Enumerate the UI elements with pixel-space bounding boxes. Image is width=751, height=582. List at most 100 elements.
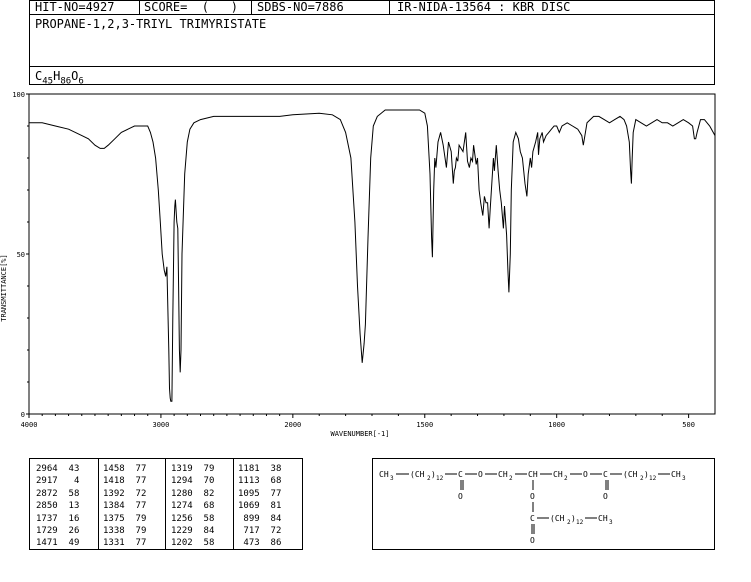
peak-row: 1375 79 [103,513,146,525]
peak-wavenumber: 1471 [36,538,58,549]
peak-row: 1294 70 [171,475,214,487]
peak-wavenumber: 1095 [238,488,260,499]
peak-transmittance: 43 [57,464,80,474]
peak-row: 1202 58 [171,537,214,549]
atom-ch3: CH [598,514,608,523]
peak-wavenumber: 2964 [36,464,58,474]
atom-o: O [478,470,483,479]
peak-transmittance: 70 [192,476,215,487]
peak-row: 1392 72 [103,488,146,500]
subscript: 2 [564,475,568,482]
peak-row: 717 72 [238,525,281,537]
peak-transmittance: 77 [124,464,147,474]
peak-wavenumber: 1338 [103,525,125,536]
peak-transmittance: 81 [259,501,282,512]
y-tick-label: 50 [17,251,25,259]
peak-wavenumber: 1229 [171,525,193,536]
peak-transmittance: 84 [192,525,215,536]
molecular-formula: C45H86O6 [35,69,84,87]
peak-row: 2917 4 [36,475,79,487]
peak-transmittance: 13 [57,501,80,512]
peak-wavenumber: 1418 [103,476,125,487]
peak-transmittance: 79 [124,525,147,536]
peak-row: 1384 77 [103,500,146,512]
peak-row: 2872 58 [36,488,79,500]
peak-row: 1331 77 [103,537,146,549]
x-axis-label: WAVENUMBER[-1] [330,430,389,438]
peak-transmittance: 79 [192,464,215,474]
peak-transmittance: 86 [259,538,282,549]
atom-ch: CH [528,470,538,479]
peak-row: 1280 82 [171,488,214,500]
atom-c: C [603,470,608,479]
peak-row: 1181 38 [238,463,281,475]
header-separator [251,0,252,14]
y-axis: 100 50 0 [12,91,29,419]
peak-wavenumber: 2872 [36,488,58,499]
table-column-separator [98,459,99,549]
peak-row: 1319 79 [171,463,214,475]
peak-row: 2850 13 [36,500,79,512]
peak-transmittance: 82 [192,488,215,499]
x-tick-label: 1500 [416,421,433,429]
atom-c: C [458,470,463,479]
peak-transmittance: 16 [57,513,80,524]
peak-transmittance: 49 [57,538,80,549]
peak-transmittance: 68 [192,501,215,512]
peak-row: 1256 58 [171,513,214,525]
x-tick-label: 4000 [21,421,38,429]
peak-wavenumber: 1458 [103,464,125,474]
spectrum-line [29,109,716,402]
peak-transmittance: 68 [259,476,282,487]
peak-transmittance: 72 [124,488,147,499]
peak-row: 1737 16 [36,513,79,525]
peak-row: 1113 68 [238,475,281,487]
atom-o: O [530,492,535,501]
x-tick-label: 500 [682,421,695,429]
peak-wavenumber: 1331 [103,538,125,549]
peak-table: 2964 43 2917 4 2872 58 2850 13 1737 16 1729 2… [29,458,303,550]
subscript: 12 [649,475,657,482]
header-separator [389,0,390,14]
peak-wavenumber: 1294 [171,476,193,487]
chemical-structure: CH 3 (CH 2 ) 12 C O O CH 2 CH CH 2 O C O… [379,470,686,545]
peak-row: 1095 77 [238,488,281,500]
header-separator [139,0,140,14]
peak-row: 473 86 [238,537,281,549]
subscript: 12 [436,475,444,482]
peak-transmittance: 77 [124,476,147,487]
peak-wavenumber: 1737 [36,513,58,524]
peak-transmittance: 58 [192,538,215,549]
peak-column: 1319 79 1294 70 1280 82 1274 68 1256 58 1229 … [171,463,214,550]
peak-wavenumber: 1319 [171,464,193,474]
peak-wavenumber: 1375 [103,513,125,524]
peak-wavenumber: 1384 [103,501,125,512]
peak-transmittance: 79 [124,513,147,524]
atom-o: O [530,536,535,545]
peak-transmittance: 58 [57,488,80,499]
structure-box: CH 3 (CH 2 ) 12 C O O CH 2 CH CH 2 O C O… [372,458,715,550]
peak-wavenumber: 1181 [238,464,260,474]
atom-ch2: CH [498,470,508,479]
peak-row: 899 84 [238,513,281,525]
peak-column: 1458 77 1418 77 1392 72 1384 77 1375 79 1338 … [103,463,146,550]
peak-row: 1274 68 [171,500,214,512]
hit-number: HIT-NO=4927 [35,0,115,14]
peak-transmittance: 84 [259,513,282,524]
peak-wavenumber: 1113 [238,476,260,487]
table-column-separator [165,459,166,549]
spectrum-header: HIT-NO=4927 SCORE= ( ) SDBS-NO=7886 IR-N… [29,0,715,87]
subscript: 3 [390,475,394,482]
peak-wavenumber: 899 [238,513,260,524]
peak-row: 1338 79 [103,525,146,537]
ir-spectrum-chart: 100500 4000 3000 2000 1500 1000 500 WAVENUMBE… [0,91,716,438]
header-formula-box [29,66,715,85]
y-tick-label: 0 [21,411,25,419]
atom-o: O [603,492,608,501]
peak-row: 2964 43 [36,463,79,475]
x-tick-label: 3000 [152,421,169,429]
peak-wavenumber: 1274 [171,501,193,512]
header-top-row [29,0,715,15]
subscript: 12 [576,519,584,526]
peak-transmittance: 77 [124,501,147,512]
